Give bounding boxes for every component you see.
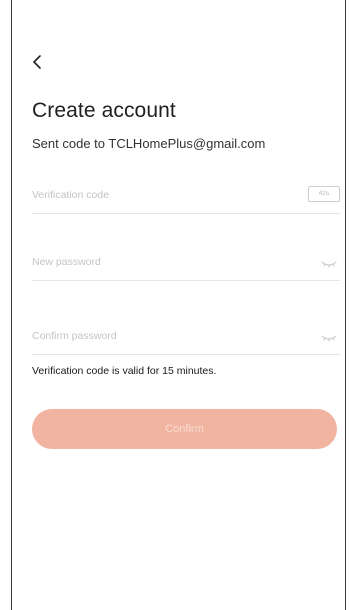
new-password-visibility-toggle[interactable] xyxy=(321,256,337,268)
resend-code-timer[interactable]: 42s xyxy=(308,186,340,202)
phone-screen: Create account Sent code to TCLHomePlus@… xyxy=(11,0,346,610)
page-title: Create account xyxy=(32,99,176,122)
eye-closed-icon xyxy=(321,335,337,342)
back-button[interactable] xyxy=(28,52,48,72)
confirm-button[interactable]: Confirm xyxy=(32,409,337,449)
new-password-input[interactable] xyxy=(32,244,282,280)
sent-code-subtitle: Sent code to TCLHomePlus@gmail.com xyxy=(32,136,266,151)
confirm-password-field xyxy=(32,318,340,355)
new-password-field xyxy=(32,244,340,281)
code-validity-hint: Verification code is valid for 15 minute… xyxy=(32,365,217,377)
chevron-left-icon xyxy=(33,55,41,69)
eye-closed-icon xyxy=(321,261,337,268)
confirm-password-visibility-toggle[interactable] xyxy=(321,330,337,342)
verification-code-input[interactable] xyxy=(32,177,282,213)
verification-code-field: 42s xyxy=(32,177,340,214)
confirm-password-input[interactable] xyxy=(32,318,282,354)
